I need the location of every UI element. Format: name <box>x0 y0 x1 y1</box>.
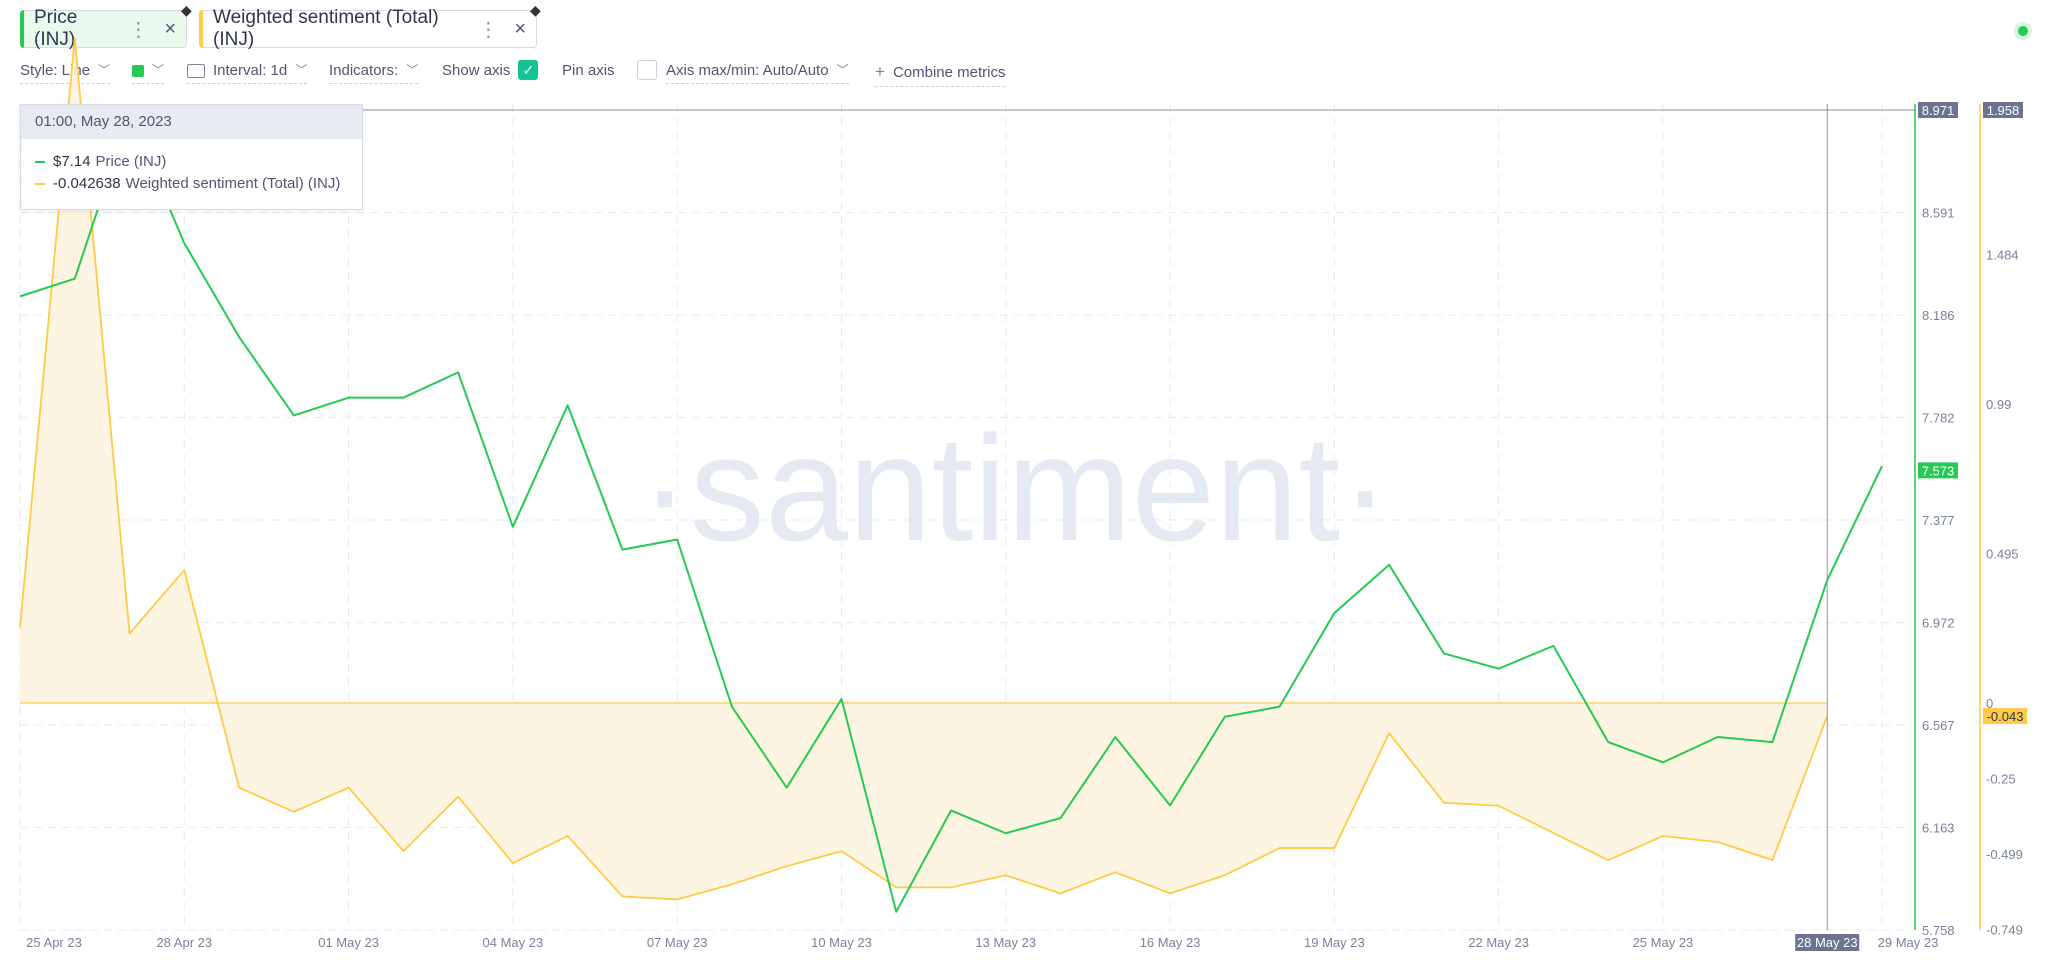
x-tick-label: 22 May 23 <box>1468 935 1529 950</box>
axis-maxmin-dropdown[interactable]: Axis max/min: Auto/Auto ﹀ <box>666 62 849 84</box>
x-tick-label: 29 May 23 <box>1878 935 1939 950</box>
more-options-icon[interactable]: ⋮ <box>478 17 498 42</box>
price-current-badge <box>1918 462 1958 479</box>
price-tick-label: 7.782 <box>1922 410 1955 425</box>
style-dropdown[interactable]: Style: Line ﹀ <box>20 62 111 84</box>
sentiment-tick-label: -0.499 <box>1986 847 2023 862</box>
metric-tab-weighted-sentiment[interactable]: Weighted sentiment (Total) (INJ) ⋮ × <box>199 7 537 50</box>
price-tick-label: 7.377 <box>1922 513 1955 528</box>
price-legend-line <box>35 160 45 163</box>
x-tick-label: 28 May 23 <box>1797 935 1858 950</box>
chevron-down-icon: ﹀ <box>406 63 419 77</box>
plus-icon: + <box>875 62 885 81</box>
x-tick-label: 28 Apr 23 <box>156 935 212 950</box>
metric-tab-price[interactable]: Price (INJ) ⋮ × <box>20 7 187 50</box>
sentiment-tick-label: -0.749 <box>1986 922 2023 937</box>
sentiment-legend-line <box>35 182 45 185</box>
interval-label: Interval: 1d <box>213 62 288 79</box>
style-label: Style: Line <box>20 62 91 79</box>
close-icon[interactable]: × <box>514 18 526 41</box>
x-tick-label: 13 May 23 <box>975 935 1036 950</box>
sentiment-tick-label: -0.25 <box>1986 772 2016 787</box>
price-tick-label: 6.567 <box>1922 718 1955 733</box>
grid-lines <box>19 104 1912 931</box>
sentiment-tick-label: 0.99 <box>1986 397 2011 412</box>
tooltip-price-value: $7.14 <box>53 153 91 170</box>
price-current-label: 7.573 <box>1922 463 1955 478</box>
hover-tooltip: 01:00, May 28, 2023 $7.14 Price (INJ) -0… <box>20 104 363 210</box>
pin-axis-toggle[interactable]: Pin axis <box>562 60 657 80</box>
price-max-label: 8.971 <box>1922 103 1955 118</box>
color-swatch <box>132 64 144 77</box>
x-tick-label: 01 May 23 <box>318 935 379 950</box>
show-axis-toggle[interactable]: Show axis ✓ <box>442 60 539 80</box>
x-tick-label: 25 Apr 23 <box>26 935 82 950</box>
price-max-badge <box>1918 102 1958 118</box>
tooltip-price-row: $7.14 Price (INJ) <box>35 153 166 170</box>
x-tick-label: 16 May 23 <box>1140 935 1201 950</box>
x-tick-label: 19 May 23 <box>1304 935 1365 950</box>
axis-maxmin-label: Axis max/min: Auto/Auto <box>666 62 829 79</box>
show-axis-checkbox[interactable]: ✓ <box>518 60 539 80</box>
sentiment-current-label: -0.043 <box>1987 709 2024 724</box>
tooltip-price-name: Price (INJ) <box>95 153 167 170</box>
tooltip-sentiment-name: Weighted sentiment (Total) (INJ) <box>125 175 341 192</box>
sentiment-current-badge <box>1983 707 2027 724</box>
chevron-down-icon: ﹀ <box>152 63 165 77</box>
interval-dropdown[interactable]: Interval: 1d ﹀ <box>187 62 308 84</box>
price-tick-label: 8.591 <box>1922 206 1955 221</box>
pin-axis-checkbox[interactable] <box>636 60 657 80</box>
pin-axis-label: Pin axis <box>562 61 615 79</box>
sentiment-max-label: 1.958 <box>1987 103 2020 118</box>
tab-label: Weighted sentiment (Total) (INJ) <box>213 7 439 50</box>
tab-label: Price (INJ) <box>34 7 78 50</box>
tooltip-sentiment-row: -0.042638 Weighted sentiment (Total) (IN… <box>35 175 340 192</box>
x-tick-label: 25 May 23 <box>1633 935 1694 950</box>
combine-metrics-button[interactable]: + Combine metrics <box>875 62 1006 87</box>
price-tick-label: 6.972 <box>1922 616 1955 631</box>
sentiment-tick-label: 0 <box>1986 696 1993 711</box>
calendar-icon <box>187 63 205 78</box>
sentiment-max-badge <box>1983 102 2023 118</box>
live-status-indicator <box>2014 22 2032 40</box>
tab-color-bar <box>199 10 203 48</box>
indicators-label: Indicators: <box>329 62 399 79</box>
close-icon[interactable]: × <box>164 18 176 41</box>
show-axis-label: Show axis <box>442 61 511 79</box>
ethereum-icon: ◆ <box>181 2 192 18</box>
sentiment-tick-label: 1.484 <box>1986 248 2019 263</box>
ethereum-icon: ◆ <box>530 2 541 18</box>
price-tick-label: 8.186 <box>1922 308 1955 323</box>
price-tick-label: 6.163 <box>1922 820 1955 835</box>
x-tick-label: 10 May 23 <box>811 935 872 950</box>
chevron-down-icon: ﹀ <box>98 63 111 77</box>
more-options-icon[interactable]: ⋮ <box>128 17 148 42</box>
chart-axes: 8.591 8.186 7.782 7.377 6.972 6.567 6.163 5.758… <box>26 102 2027 951</box>
tooltip-date: 01:00, May 28, 2023 <box>21 105 362 139</box>
chevron-down-icon: ﹀ <box>295 63 308 77</box>
chevron-down-icon: ﹀ <box>836 63 849 77</box>
combine-metrics-label: Combine metrics <box>892 63 1006 81</box>
tooltip-sentiment-value: -0.042638 <box>53 175 121 192</box>
x-tick-label: 07 May 23 <box>647 935 708 950</box>
x-highlight-badge <box>1795 934 1860 951</box>
indicators-dropdown[interactable]: Indicators: ﹀ <box>329 62 419 84</box>
santiment-watermark: ·santiment· <box>640 404 1390 572</box>
x-tick-label: 04 May 23 <box>483 935 544 950</box>
price-line <box>19 113 1883 913</box>
tab-color-bar <box>20 10 24 48</box>
sentiment-tick-label: 0.495 <box>1986 546 2019 561</box>
color-picker[interactable]: ﹀ <box>132 62 165 84</box>
price-tick-label: 5.758 <box>1922 923 1955 938</box>
